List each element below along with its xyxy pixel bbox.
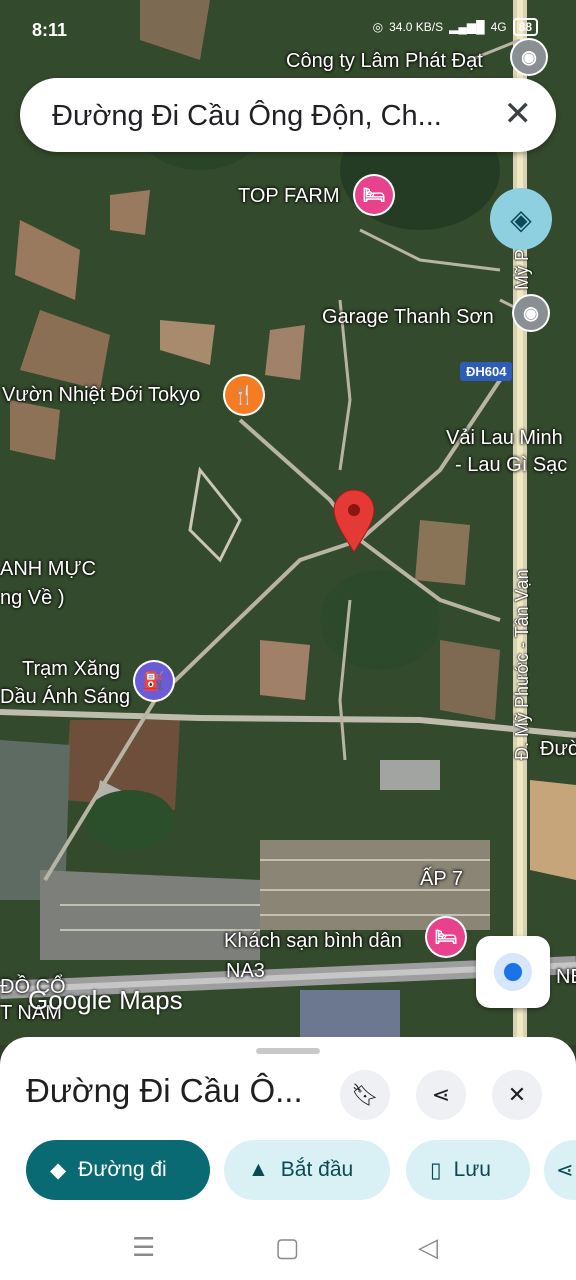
close-sheet-button[interactable]: ✕ [492,1070,542,1120]
road-shield-badge: ĐH604 [460,362,513,381]
location-status-icon: ◎ [372,20,384,34]
battery-indicator: 88 [512,18,538,36]
status-time: 8:11 [32,20,68,40]
restaurant-marker-icon[interactable]: 🍴 [225,376,263,414]
bookmark-icon: 🔖︎ [351,1082,379,1107]
map-place-label[interactable]: TOP FARM [238,185,340,208]
net-speed: 34.0 KB/S [389,20,444,34]
drag-handle[interactable] [256,1048,320,1054]
navigation-icon: ▲ [248,1158,269,1181]
start-button[interactable]: ▲ Bắt đầu [224,1140,390,1200]
map-place-label[interactable]: Garage Thanh Sơn [322,306,494,329]
directions-label: Đường đi [78,1158,167,1181]
map-place-label[interactable]: Vườn Nhiệt Đới Tokyo [2,384,200,407]
save-label: Lưu [453,1158,491,1181]
map-place-label[interactable]: Khách sạn bình dân [224,930,402,953]
home-nav-icon[interactable]: ▢ [275,1232,300,1263]
map-place-label[interactable]: ANH MỰC [0,558,96,581]
save-pill-button[interactable]: ▯ Lưu [406,1140,530,1200]
map-place-label[interactable]: Vải Lau Minh [446,427,563,450]
map-place-label[interactable]: - Lau Gì Sạc [455,454,567,477]
search-query[interactable]: Đường Đi Cầu Ông Độn, Ch... [52,100,472,133]
map-place-label[interactable]: Dầu Ánh Sáng [0,686,130,709]
vertical-road-label: Đ. Mỹ Phước - Tân Vạn [512,569,532,760]
map-place-label[interactable]: ẤP 7 [420,868,463,891]
place-marker-icon[interactable]: ◉ [514,296,548,330]
directions-icon: ◆ [50,1158,67,1182]
map-place-label[interactable]: ng Về ) [0,587,64,610]
status-bar: 8:11 ◎ 34.0 KB/S ▂▄▆█ 4G 88 [0,0,576,62]
hotel-marker-icon[interactable]: 🛏 [355,176,393,214]
bookmark-icon: ▯ [430,1158,442,1182]
map-place-label[interactable]: NA3 [226,960,265,983]
close-icon: ✕ [507,1082,527,1107]
map-view[interactable]: Công ty Lâm Phát Đạt TOP FARM Garage Thanh… [0,0,576,1045]
my-location-button[interactable] [476,936,550,1008]
share-button[interactable]: ⋖ [416,1070,466,1120]
signal-icon: ▂▄▆█ [449,20,485,34]
share-icon: ⋖ [556,1158,574,1182]
close-icon[interactable]: ✕ [504,94,533,134]
map-place-label[interactable]: NE [556,966,576,989]
menu-nav-icon[interactable]: ☰ [132,1232,155,1263]
map-place-label[interactable]: Trạm Xăng [22,658,120,681]
save-button[interactable]: 🔖︎ [340,1070,390,1120]
satellite-imagery [0,0,576,1045]
net-type: 4G [490,20,507,34]
start-label: Bắt đầu [280,1158,354,1181]
hotel-marker-icon[interactable]: 🛏 [427,918,465,956]
my-location-icon [504,963,522,981]
map-place-label[interactable]: Đườ [540,738,576,761]
share-icon: ⋖ [431,1082,451,1107]
back-nav-icon[interactable]: ◁ [418,1232,438,1263]
google-maps-logo: Google Maps [28,985,183,1015]
layers-icon: ◈ [510,203,532,235]
directions-button[interactable]: ◆ Đường đi [26,1140,210,1200]
search-bar[interactable]: Đường Đi Cầu Ông Độn, Ch... ✕ [20,78,556,152]
layers-button[interactable]: ◈ [490,188,552,250]
place-title: Đường Đi Cầu Ô... [26,1072,303,1109]
gas-station-marker-icon[interactable]: ⛽ [135,662,173,700]
status-icons: ◎ 34.0 KB/S ▂▄▆█ 4G 88 [373,18,538,36]
